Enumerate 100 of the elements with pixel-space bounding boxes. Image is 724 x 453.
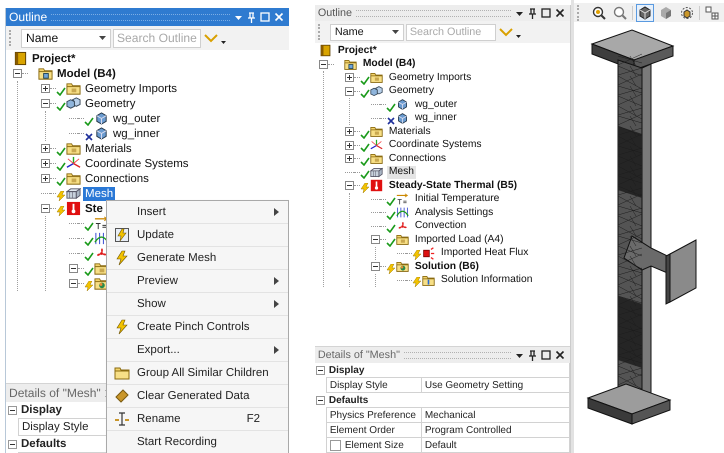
tree-item[interactable]: wg_inner bbox=[111, 126, 162, 140]
tree-item[interactable]: Steady-State Thermal (B5) bbox=[386, 180, 520, 192]
collapse-icon[interactable] bbox=[318, 60, 328, 69]
property-label: Display Style bbox=[326, 378, 422, 393]
folder-icon bbox=[344, 58, 357, 71]
collapse-icon[interactable] bbox=[370, 235, 380, 244]
axes-icon bbox=[66, 156, 81, 171]
collapse-icon[interactable] bbox=[69, 264, 78, 273]
tree-item[interactable]: Coordinate Systems bbox=[83, 156, 191, 170]
zoom-out-icon bbox=[613, 6, 627, 20]
property-label: Physics Preference bbox=[326, 408, 422, 423]
collapse-icon[interactable] bbox=[8, 406, 16, 415]
tree-item[interactable]: Initial Temperature bbox=[412, 193, 502, 206]
menu-item[interactable]: Update bbox=[107, 224, 288, 247]
close-icon[interactable] bbox=[555, 350, 565, 360]
caret-icon[interactable] bbox=[516, 34, 521, 38]
expand-icon[interactable] bbox=[344, 127, 354, 136]
tree-item[interactable]: Materials bbox=[386, 126, 433, 138]
filter-dropdown[interactable]: Name bbox=[330, 24, 404, 40]
tree-item[interactable]: Ste bbox=[83, 202, 105, 216]
zoom-in-icon bbox=[592, 6, 606, 20]
tree-item[interactable]: Connections bbox=[83, 172, 151, 186]
cube-icon bbox=[638, 6, 652, 20]
menu-item[interactable]: Preview bbox=[107, 270, 288, 293]
tree-item[interactable]: Project* bbox=[30, 52, 78, 66]
view-button[interactable] bbox=[703, 4, 721, 22]
tree-item[interactable]: Model (B4) bbox=[360, 58, 418, 70]
menu-item[interactable]: Group All Similar Children bbox=[107, 362, 288, 385]
property-label: Element Size bbox=[344, 440, 404, 450]
expand-icon[interactable] bbox=[344, 140, 354, 150]
tree-item[interactable]: Coordinate Systems bbox=[386, 139, 484, 152]
menu-item[interactable]: Start Recording bbox=[107, 431, 288, 453]
tree-item[interactable]: Convection bbox=[412, 220, 468, 232]
expand-icon[interactable] bbox=[41, 144, 50, 153]
cube-icon bbox=[659, 6, 673, 20]
collapse-icon[interactable] bbox=[41, 204, 50, 213]
close-icon[interactable] bbox=[555, 8, 565, 18]
tree-item[interactable]: Solution (B6) bbox=[412, 260, 481, 273]
tree-item[interactable]: Geometry bbox=[83, 96, 138, 110]
cube-button[interactable] bbox=[636, 4, 654, 22]
expand-icon[interactable] bbox=[41, 159, 50, 168]
maximize-icon[interactable] bbox=[541, 8, 551, 18]
cube-icon bbox=[396, 112, 409, 125]
folder-icon bbox=[66, 171, 81, 186]
expand-icon[interactable] bbox=[344, 73, 354, 82]
pin-icon[interactable] bbox=[528, 8, 537, 18]
menu-item[interactable]: Create Pinch Controls bbox=[107, 316, 288, 339]
expand-icon[interactable] bbox=[344, 154, 354, 164]
tree-item[interactable]: Project* bbox=[336, 44, 379, 57]
tree-item[interactable]: Connections bbox=[386, 152, 448, 165]
caret-icon[interactable] bbox=[221, 40, 226, 44]
collapse-icon[interactable] bbox=[316, 396, 325, 405]
collapse-icon[interactable] bbox=[69, 279, 78, 288]
tree-item[interactable]: Analysis Settings bbox=[412, 206, 496, 219]
search-field[interactable]: Search Outline bbox=[113, 28, 201, 48]
folder-icon bbox=[66, 141, 81, 156]
collapse-icon[interactable] bbox=[41, 99, 50, 108]
axes-icon bbox=[370, 138, 383, 152]
book-icon bbox=[13, 51, 28, 66]
tree-item[interactable]: Imported Heat Flux bbox=[438, 247, 530, 260]
group-label: Display bbox=[326, 363, 570, 378]
collapse-icon[interactable] bbox=[370, 262, 380, 272]
property-value: Mechanical bbox=[422, 408, 570, 423]
cubes-icon bbox=[370, 84, 383, 98]
folder-icon bbox=[38, 66, 53, 81]
expand-icon[interactable] bbox=[41, 174, 50, 183]
tree-item[interactable]: Mesh bbox=[386, 166, 416, 178]
collapse-icon[interactable] bbox=[344, 181, 354, 190]
collapse-icon[interactable] bbox=[344, 86, 354, 96]
tree-item[interactable]: Geometry Imports bbox=[386, 72, 474, 84]
tree-item[interactable]: Geometry bbox=[386, 85, 436, 98]
tree-item[interactable]: Materials bbox=[83, 142, 134, 156]
cube-icon bbox=[396, 98, 409, 112]
menu-item[interactable]: Rename F2 bbox=[107, 408, 288, 431]
text-cursor-icon bbox=[114, 411, 130, 427]
tree-item[interactable]: wg_inner bbox=[412, 112, 459, 124]
tree-item[interactable]: Imported Load (A4) bbox=[412, 234, 506, 246]
maximize-icon[interactable] bbox=[541, 350, 551, 360]
menu-item[interactable]: Insert bbox=[107, 201, 288, 224]
flux-icon bbox=[422, 246, 435, 260]
menu-item[interactable]: Clear Generated Data bbox=[107, 385, 288, 408]
tree-item[interactable]: wg_outer bbox=[111, 112, 162, 126]
expand-icon[interactable] bbox=[41, 84, 50, 93]
menu-item[interactable]: Generate Mesh bbox=[107, 247, 288, 270]
tree-item[interactable]: Geometry Imports bbox=[83, 82, 180, 96]
collapse-icon[interactable] bbox=[13, 69, 22, 78]
collapse-icon[interactable] bbox=[316, 366, 325, 375]
menu-item[interactable]: Export... bbox=[107, 339, 288, 362]
caret-icon bbox=[99, 36, 106, 40]
collapse-icon[interactable] bbox=[8, 440, 16, 449]
pin-icon[interactable] bbox=[528, 350, 537, 360]
checkbox[interactable] bbox=[330, 440, 341, 450]
tree-item[interactable]: Solution Information bbox=[438, 274, 534, 286]
tree-item[interactable]: Model (B4) bbox=[55, 66, 118, 80]
submenu-arrow-icon bbox=[274, 208, 279, 216]
tree-item[interactable]: Mesh bbox=[83, 186, 116, 200]
menu-item[interactable]: Show bbox=[107, 293, 288, 316]
search-field[interactable]: Search Outline bbox=[406, 24, 496, 40]
tree-item[interactable]: wg_outer bbox=[412, 98, 460, 111]
filter-dropdown[interactable]: Name bbox=[21, 28, 111, 48]
